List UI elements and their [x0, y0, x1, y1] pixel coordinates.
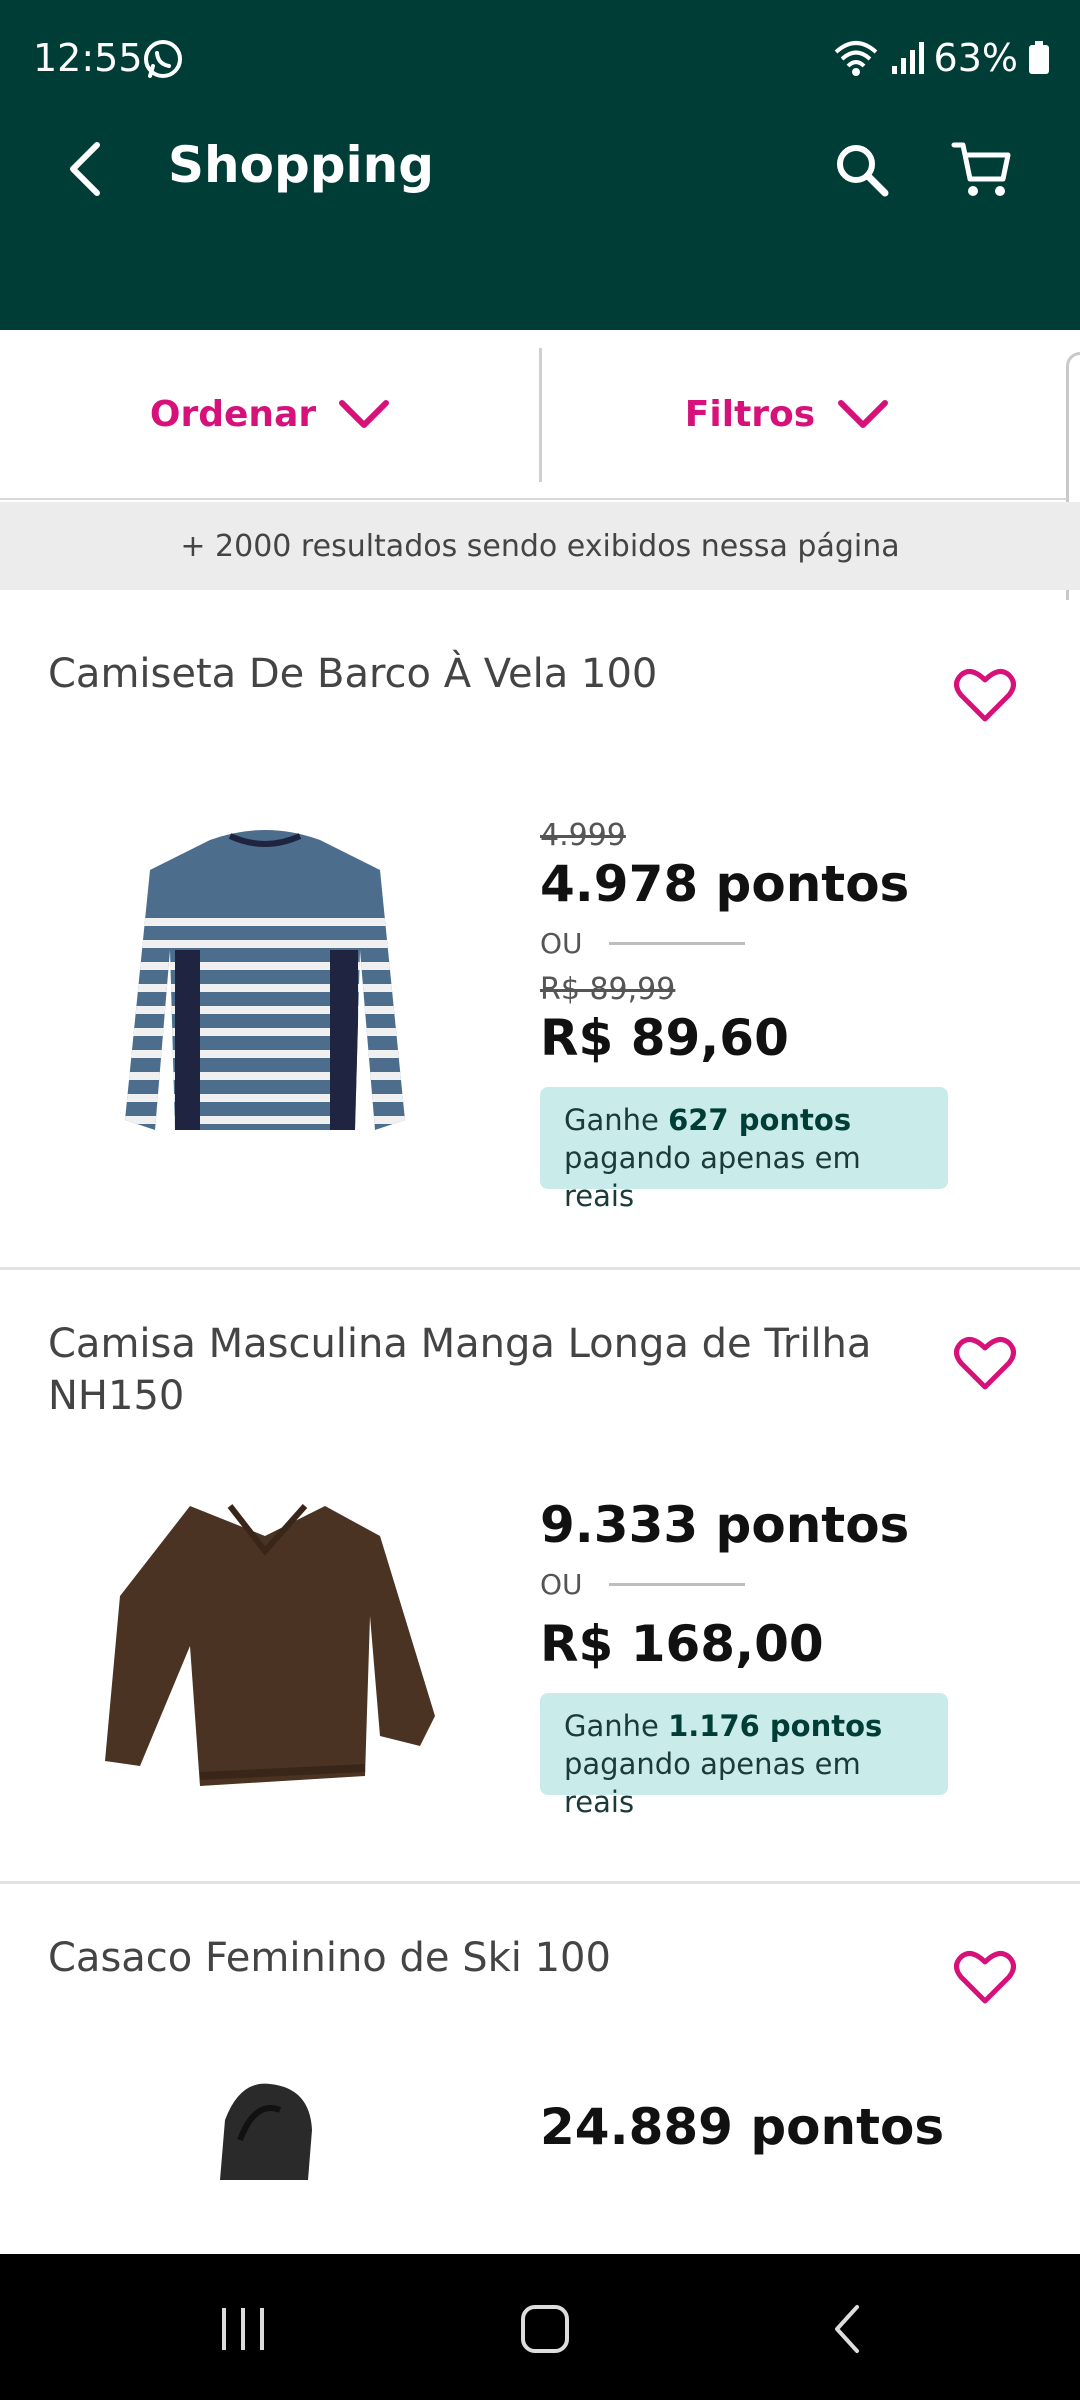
product-card[interactable]: Casaco Feminino de Ski 100 24.889 pontos [0, 1884, 1080, 2254]
search-button[interactable] [822, 130, 902, 210]
status-bar: 12:55 63% [0, 0, 1080, 120]
product-title[interactable]: Casaco Feminino de Ski 100 [48, 1932, 888, 1984]
earn-suffix: pagando apenas em reais [564, 1747, 861, 1819]
filter-button[interactable]: Filtros [542, 330, 1032, 498]
favorite-button[interactable] [946, 1324, 1024, 1402]
favorite-button[interactable] [946, 656, 1024, 734]
or-label: OU [540, 1568, 583, 1601]
filter-label: Filtros [684, 393, 816, 435]
heart-icon [954, 668, 1016, 722]
signal-icon [890, 40, 924, 76]
money-price: R$ 168,00 [540, 1615, 824, 1673]
product-image[interactable] [80, 1476, 450, 1836]
status-icons: 63% [832, 36, 1050, 80]
cart-icon [951, 142, 1011, 196]
sort-button[interactable]: Ordenar [0, 330, 540, 498]
favorite-button[interactable] [946, 1938, 1024, 2016]
app-bar: Shopping [0, 120, 1080, 220]
home-button[interactable] [500, 2284, 590, 2374]
money-price: R$ 89,60 [540, 1009, 789, 1067]
points-price: 4.978 pontos [540, 855, 910, 913]
old-points: 4.999 [540, 818, 626, 853]
nav-back-button[interactable] [802, 2284, 892, 2374]
product-card[interactable]: Camisa Masculina Manga Longa de Trilha N… [0, 1270, 1080, 1884]
earn-points-badge: Ganhe 1.176 pontos pagando apenas em rea… [540, 1693, 948, 1819]
product-card[interactable]: Camiseta De Barco À Vela 100 4.999 4.978… [0, 600, 1080, 1270]
product-image[interactable] [80, 800, 450, 1160]
cart-button[interactable] [942, 130, 1022, 210]
or-separator: OU [540, 1568, 1000, 1601]
system-nav-bar [0, 2254, 1080, 2400]
heart-icon [954, 1336, 1016, 1390]
earn-points: 1.176 pontos [668, 1709, 883, 1743]
price-block: 24.889 pontos [540, 2096, 1000, 2158]
page-title: Shopping [168, 136, 435, 194]
recents-button[interactable] [198, 2284, 288, 2374]
home-icon [521, 2305, 569, 2353]
battery-level: 63% [933, 36, 1018, 80]
whatsapp-icon [142, 38, 184, 80]
nav-back-icon [835, 2305, 859, 2353]
earn-prefix: Ganhe [564, 1103, 669, 1137]
points-price: 24.889 pontos [540, 2098, 945, 2156]
earn-suffix: pagando apenas em reais [564, 1141, 861, 1213]
results-count: + 2000 resultados sendo exibidos nessa p… [0, 502, 1080, 590]
earn-points: 627 pontos [668, 1103, 852, 1137]
sort-filter-bar: Ordenar Filtros [0, 330, 1080, 500]
top-header: 12:55 63% Shopping [0, 0, 1080, 330]
chevron-down-icon [339, 400, 390, 428]
price-block: 9.333 pontos OU R$ 168,00 Ganhe 1.176 po… [540, 1494, 1000, 1819]
or-separator: OU [540, 927, 1000, 960]
earn-prefix: Ganhe [564, 1709, 669, 1743]
battery-icon [1028, 41, 1050, 75]
points-price: 9.333 pontos [540, 1496, 910, 1554]
old-money-price: R$ 89,99 [540, 972, 676, 1007]
or-line [608, 1583, 745, 1586]
product-title[interactable]: Camisa Masculina Manga Longa de Trilha N… [48, 1318, 888, 1422]
chevron-down-icon [838, 400, 889, 428]
back-arrow-icon [70, 142, 100, 196]
or-line [608, 942, 745, 945]
price-block: 4.999 4.978 pontos OU R$ 89,99 R$ 89,60 … [540, 818, 1000, 1213]
product-title[interactable]: Camiseta De Barco À Vela 100 [48, 648, 888, 700]
heart-icon [954, 1950, 1016, 2004]
recents-icon [222, 2308, 264, 2350]
or-label: OU [540, 927, 583, 960]
search-icon [837, 145, 889, 197]
wifi-icon [832, 38, 880, 78]
status-time: 12:55 [33, 36, 143, 80]
back-button[interactable] [50, 134, 120, 204]
sort-label: Ordenar [149, 393, 317, 435]
product-image[interactable] [80, 2080, 450, 2180]
earn-points-badge: Ganhe 627 pontos pagando apenas em reais [540, 1087, 948, 1213]
